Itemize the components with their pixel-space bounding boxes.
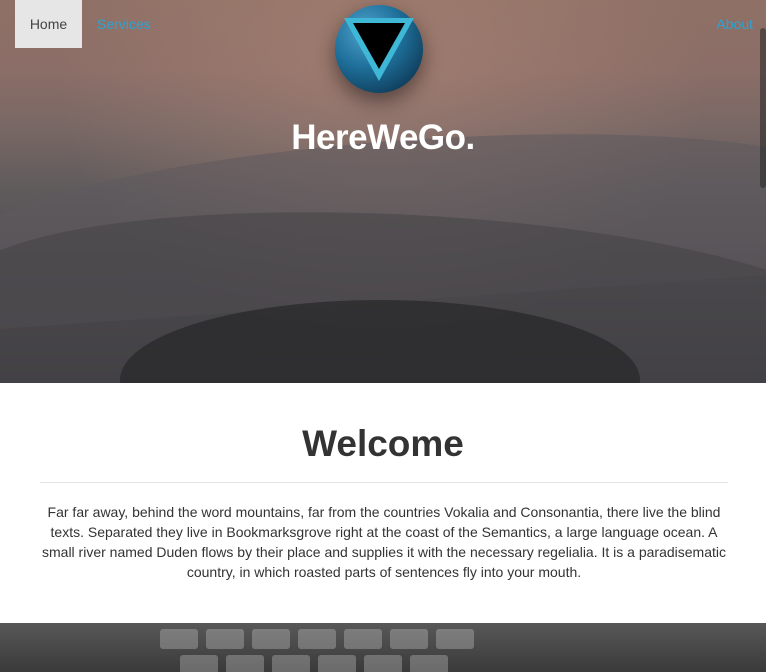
keyboard-key [226, 655, 264, 672]
hero-section: Home Services About HereWeGo. [0, 0, 766, 383]
page: Home Services About HereWeGo. Welcome Fa… [0, 0, 766, 672]
nav-services-link[interactable]: Services [97, 0, 151, 48]
keyboard-key [160, 629, 198, 649]
keyboard-key [206, 629, 244, 649]
keyboard-key [298, 629, 336, 649]
keyboard-key [344, 629, 382, 649]
keyboard-key [410, 655, 448, 672]
keyboard-key [364, 655, 402, 672]
keyboard-key [272, 655, 310, 672]
site-title: HereWeGo. [291, 118, 475, 157]
keyboard-key [390, 629, 428, 649]
welcome-section: Welcome Far far away, behind the word mo… [0, 383, 766, 623]
keyboard-key [436, 629, 474, 649]
keyboard-image-section [0, 623, 766, 672]
welcome-paragraph: Far far away, behind the word mountains,… [42, 504, 726, 580]
inverted-triangle-logo-icon[interactable] [334, 4, 424, 94]
keyboard-key [318, 655, 356, 672]
keyboard-key [180, 655, 218, 672]
nav-home-link[interactable]: Home [15, 0, 82, 48]
divider [40, 482, 728, 483]
scrollbar-thumb[interactable] [760, 28, 766, 188]
nav-about-link[interactable]: About [716, 0, 753, 48]
keyboard-key [252, 629, 290, 649]
welcome-heading: Welcome [302, 423, 464, 464]
